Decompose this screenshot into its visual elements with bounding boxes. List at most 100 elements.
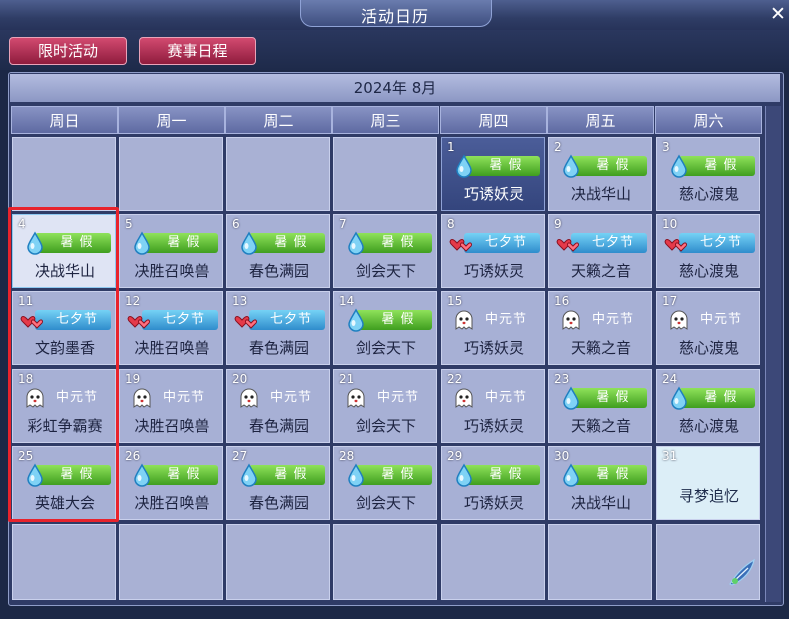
day-number: 28 (339, 449, 355, 463)
event-name: 天籁之音 (570, 339, 631, 357)
ghost-icon (347, 388, 365, 408)
event-name: 慈心渡鬼 (678, 185, 739, 203)
event-name: 决胜召唤兽 (134, 339, 210, 357)
day-cell-19[interactable]: 19 中元节 决胜召唤兽 (119, 369, 223, 443)
weekday-header-3: 周三 (332, 106, 439, 134)
tab-event-schedule[interactable]: 赛事日程 (139, 37, 256, 65)
day-cell-7[interactable]: 7暑 假剑会天下 (333, 214, 437, 288)
event-name: 决战华山 (570, 185, 631, 203)
day-number: 20 (232, 372, 248, 386)
water-drop-icon (348, 231, 364, 255)
day-cell-5[interactable]: 5暑 假决胜召唤兽 (119, 214, 223, 288)
water-drop-icon (456, 463, 472, 487)
day-cell-23[interactable]: 23 暑 假天籁之音 (548, 369, 652, 443)
day-cell-30[interactable]: 30 暑 假决战华山 (548, 446, 652, 520)
day-number: 10 (662, 217, 678, 231)
hearts-icon (234, 316, 257, 329)
ghost-icon (562, 310, 580, 330)
day-cell-15[interactable]: 15 中元节 巧诱妖灵 (441, 291, 545, 365)
feather-quill-icon[interactable] (726, 556, 758, 588)
day-cell-21[interactable]: 21 中元节 剑会天下 (333, 369, 437, 443)
event-name: 巧诱妖灵 (463, 185, 524, 203)
day-cell-3[interactable]: 3暑 假慈心渡鬼 (656, 137, 760, 211)
event-name: 剑会天下 (355, 417, 416, 435)
weekday-header-2: 周二 (225, 106, 332, 134)
event-name: 天籁之音 (570, 262, 631, 280)
day-cell-6[interactable]: 6暑 假春色满园 (226, 214, 330, 288)
day-number: 5 (125, 217, 133, 231)
day-cell-10[interactable]: 10 七夕节 慈心渡鬼 (656, 214, 760, 288)
day-cell-17[interactable]: 17 中元节 慈心渡鬼 (656, 291, 760, 365)
close-icon[interactable]: ✕ (768, 3, 788, 25)
selected-column-highlight (8, 207, 119, 522)
calendar-scroll-track[interactable] (765, 106, 781, 602)
day-cell-1[interactable]: 1暑 假巧诱妖灵 (441, 137, 545, 211)
day-number: 7 (339, 217, 347, 231)
day-cell-27[interactable]: 27 暑 假春色满园 (226, 446, 330, 520)
water-drop-icon (563, 154, 579, 178)
empty-day-cell (441, 524, 545, 600)
event-name: 决胜召唤兽 (134, 417, 210, 435)
day-cell-31[interactable]: 31 寻梦追忆 (656, 446, 760, 520)
day-cell-13[interactable]: 13 七夕节 春色满园 (226, 291, 330, 365)
day-cell-28[interactable]: 28 暑 假剑会天下 (333, 446, 437, 520)
empty-day-cell (119, 524, 223, 600)
day-number: 24 (662, 372, 678, 386)
empty-day-cell (333, 137, 437, 211)
day-number: 13 (232, 294, 248, 308)
weekday-header-0: 周日 (11, 106, 118, 134)
hearts-icon (556, 239, 579, 252)
event-name: 剑会天下 (355, 339, 416, 357)
day-cell-9[interactable]: 9 七夕节 天籁之音 (548, 214, 652, 288)
day-cell-22[interactable]: 22 中元节 巧诱妖灵 (441, 369, 545, 443)
day-cell-14[interactable]: 14 暑 假剑会天下 (333, 291, 437, 365)
day-cell-26[interactable]: 26 暑 假决胜召唤兽 (119, 446, 223, 520)
window-title: 活动日历 (360, 7, 429, 26)
water-drop-icon (671, 154, 687, 178)
empty-day-cell (226, 137, 330, 211)
day-number: 16 (554, 294, 570, 308)
day-cell-20[interactable]: 20 中元节 春色满园 (226, 369, 330, 443)
tab-limited-activities[interactable]: 限时活动 (9, 37, 127, 65)
empty-day-cell (226, 524, 330, 600)
hearts-icon (449, 239, 472, 252)
event-name: 慈心渡鬼 (678, 417, 739, 435)
water-drop-icon (348, 463, 364, 487)
event-name: 巧诱妖灵 (463, 339, 524, 357)
water-drop-icon (134, 231, 150, 255)
event-name: 巧诱妖灵 (463, 417, 524, 435)
day-number: 23 (554, 372, 570, 386)
day-cell-16[interactable]: 16 中元节 天籁之音 (548, 291, 652, 365)
day-number: 2 (554, 140, 562, 154)
water-drop-icon (348, 308, 364, 332)
event-name: 巧诱妖灵 (463, 262, 524, 280)
event-name: 天籁之音 (570, 417, 631, 435)
water-drop-icon (241, 463, 257, 487)
water-drop-icon (671, 386, 687, 410)
hearts-icon (127, 316, 150, 329)
empty-day-cell (548, 524, 652, 600)
day-number: 21 (339, 372, 355, 386)
event-name: 慈心渡鬼 (678, 339, 739, 357)
day-number: 17 (662, 294, 678, 308)
event-name: 寻梦追忆 (678, 487, 739, 505)
event-name: 春色满园 (248, 262, 309, 280)
day-cell-2[interactable]: 2暑 假决战华山 (548, 137, 652, 211)
day-number: 9 (554, 217, 562, 231)
day-cell-12[interactable]: 12 七夕节 决胜召唤兽 (119, 291, 223, 365)
day-number: 31 (662, 449, 678, 463)
day-number: 14 (339, 294, 355, 308)
ghost-icon (455, 310, 473, 330)
day-cell-8[interactable]: 8 七夕节 巧诱妖灵 (441, 214, 545, 288)
water-drop-icon (241, 231, 257, 255)
weekday-header-6: 周六 (655, 106, 762, 134)
day-cell-29[interactable]: 29 暑 假巧诱妖灵 (441, 446, 545, 520)
day-cell-24[interactable]: 24 暑 假慈心渡鬼 (656, 369, 760, 443)
empty-day-cell (119, 137, 223, 211)
day-number: 6 (232, 217, 240, 231)
month-label: 2024年 8月 (10, 74, 780, 102)
water-drop-icon (563, 463, 579, 487)
weekday-header-1: 周一 (118, 106, 225, 134)
day-number: 3 (662, 140, 670, 154)
ghost-icon (240, 388, 258, 408)
